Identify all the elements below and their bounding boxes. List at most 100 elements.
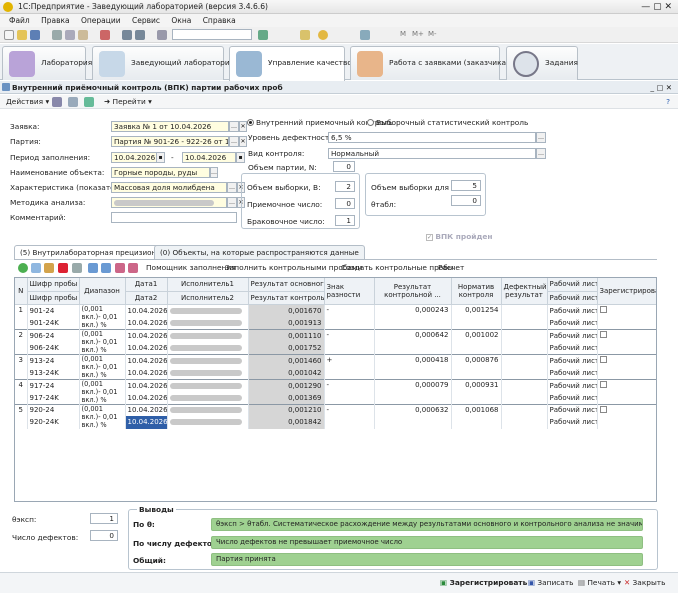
cell-cipher2[interactable]: 913-24K — [27, 366, 80, 379]
calculator-icon[interactable] — [300, 30, 310, 40]
registered-checkbox[interactable] — [599, 381, 607, 388]
cell-n[interactable]: 3 — [15, 353, 28, 379]
cell-cipher2[interactable]: 917-24K — [27, 391, 80, 404]
open-icon[interactable] — [17, 30, 27, 40]
cell-res-ctrl2[interactable]: 0,000243 — [374, 303, 452, 329]
section-tab-tasks[interactable]: Задания — [506, 46, 578, 80]
memory-m-minus[interactable]: M- — [428, 30, 437, 38]
calc-button[interactable]: Расчет — [438, 261, 464, 275]
undo-icon[interactable] — [122, 30, 132, 40]
cell-date2[interactable]: 10.04.2026 — [125, 416, 168, 429]
section-tab-quality[interactable]: Управление качеством — [229, 46, 357, 81]
cell-date2[interactable]: 10.04.2026 — [125, 391, 168, 404]
cell-sign[interactable]: - — [324, 378, 375, 404]
doc-window-controls[interactable]: _ ▢ ✕ — [650, 81, 672, 94]
zayavka-clear-button[interactable]: ✕ — [239, 121, 247, 132]
cell-defective[interactable] — [501, 403, 548, 429]
col-cipher1[interactable]: Шифр пробы 1 — [27, 278, 80, 292]
cell-worksheet2[interactable]: Рабочий лист ... — [547, 416, 598, 429]
theta-exp-field[interactable]: 1 — [90, 513, 118, 524]
zayavka-field[interactable]: Заявка № 1 от 10.04.2026 — [111, 121, 229, 132]
cell-res-ctrl[interactable]: 0,001913 — [248, 316, 325, 329]
partiya-select-button[interactable]: … — [229, 136, 239, 147]
col-worksheet2[interactable]: Рабочий лист — [547, 291, 598, 305]
date-to-calendar-icon[interactable]: ▪ — [236, 152, 245, 163]
sort-desc-icon[interactable] — [128, 263, 138, 273]
section-tab-requests[interactable]: Работа с заявками (заказчиками) — [350, 46, 519, 80]
add-row-icon[interactable] — [18, 263, 28, 273]
cell-cipher1[interactable]: 917-24 — [27, 378, 80, 392]
method-field[interactable] — [111, 197, 227, 208]
memory-m[interactable]: M — [400, 30, 406, 38]
cell-range[interactable]: (0,001 вкл.)- 0,01 вкл.) % — [79, 353, 126, 379]
move-up-icon[interactable] — [88, 263, 98, 273]
cell-n[interactable]: 1 — [15, 303, 28, 329]
cell-res-ctrl2[interactable]: 0,000418 — [374, 353, 452, 379]
info-icon[interactable] — [318, 30, 328, 40]
cell-worksheet1[interactable]: Рабочий лист ... — [547, 403, 598, 417]
date-to-field[interactable]: 10.04.2026 — [182, 152, 236, 163]
col-res-ctrl[interactable]: Результат контрольн... — [248, 291, 325, 305]
col-res-ctrl2[interactable]: Результат контрольной ... — [374, 278, 452, 305]
date-from-calendar-icon[interactable]: ▪ — [156, 152, 165, 163]
cell-res-ctrl[interactable]: 0,001369 — [248, 391, 325, 404]
cell-res-main[interactable]: 0,001110 — [248, 328, 325, 342]
defect-select-button[interactable]: … — [536, 132, 546, 143]
col-exec1[interactable]: Исполнитель1 — [167, 278, 249, 292]
cell-sign[interactable]: - — [324, 303, 375, 329]
cell-registered[interactable] — [597, 353, 656, 379]
cell-range[interactable]: (0,001 вкл.)- 0,01 вкл.) % — [79, 403, 126, 429]
cell-res-ctrl2[interactable]: 0,000632 — [374, 403, 452, 429]
table-row[interactable]: 2 906-24 (0,001 вкл.)- 0,01 вкл.) % 10.04.2… — [15, 328, 656, 354]
table-row[interactable]: 3 913-24 (0,001 вкл.)- 0,01 вкл.) % 10.04.2… — [15, 353, 656, 379]
cell-cipher1[interactable]: 920-24 — [27, 403, 80, 417]
table-row[interactable]: 4 917-24 (0,001 вкл.)- 0,01 вкл.) % 10.04.2… — [15, 378, 656, 404]
save-button[interactable]: ▣ Записать — [528, 578, 574, 587]
cell-sign[interactable]: - — [324, 328, 375, 354]
window-controls[interactable]: — ▢ ✕ — [641, 0, 672, 14]
cell-cipher1[interactable]: 906-24 — [27, 328, 80, 342]
cell-date1[interactable]: 10.04.2026 — [125, 328, 168, 342]
defect-level-field[interactable]: 6,5 % — [328, 132, 536, 143]
col-registered[interactable]: Зарегистрирован — [597, 278, 656, 305]
menu-operations[interactable]: Операции — [81, 14, 121, 27]
col-date1[interactable]: Дата1 — [125, 278, 168, 292]
cell-sign[interactable]: + — [324, 353, 375, 379]
col-res-main[interactable]: Результат основного ... — [248, 278, 325, 292]
kind-select-button[interactable]: … — [536, 148, 546, 159]
cell-worksheet1[interactable]: Рабочий лист ... — [547, 378, 598, 392]
table-row[interactable]: 5 920-24 (0,001 вкл.)- 0,01 вкл.) % 10.04.2… — [15, 403, 656, 429]
delete-icon[interactable] — [100, 30, 110, 40]
char-field[interactable]: Массовая доля молибдена — [111, 182, 227, 193]
cell-exec1[interactable] — [167, 378, 249, 392]
delete-row-icon[interactable] — [58, 263, 68, 273]
cell-range[interactable]: (0,001 вкл.)- 0,01 вкл.) % — [79, 328, 126, 354]
cell-exec1[interactable] — [167, 403, 249, 417]
cell-norm[interactable]: 0,001254 — [451, 303, 502, 329]
cell-date1[interactable]: 10.04.2026 — [125, 303, 168, 317]
cell-worksheet2[interactable]: Рабочий лист ... — [547, 391, 598, 404]
save-icon[interactable] — [30, 30, 40, 40]
cell-cipher1[interactable]: 913-24 — [27, 353, 80, 367]
cell-worksheet2[interactable]: Рабочий лист ... — [547, 341, 598, 354]
cell-date1[interactable]: 10.04.2026 — [125, 378, 168, 392]
redo-icon[interactable] — [135, 30, 145, 40]
char-select-button[interactable]: … — [227, 182, 237, 193]
cell-res-ctrl2[interactable]: 0,000642 — [374, 328, 452, 354]
cell-exec1[interactable] — [167, 353, 249, 367]
cell-worksheet1[interactable]: Рабочий лист ... — [547, 328, 598, 342]
cell-exec1[interactable] — [167, 303, 249, 317]
registered-checkbox[interactable] — [599, 306, 607, 313]
print-button[interactable]: ▤ Печать ▾ — [578, 578, 621, 587]
help-button[interactable]: ? — [666, 95, 670, 109]
cell-range[interactable]: (0,001 вкл.)- 0,01 вкл.) % — [79, 303, 126, 329]
cut-icon[interactable] — [52, 30, 62, 40]
partiya-field[interactable]: Партия № 901-26 - 922-26 от 11.0 — [111, 136, 229, 147]
menu-file[interactable]: Файл — [9, 14, 30, 27]
actions-menu[interactable]: Действия ▾ — [6, 95, 49, 109]
go-menu[interactable]: ➜ Перейти ▾ — [104, 95, 152, 109]
toolbar-search-input[interactable] — [172, 29, 252, 40]
cell-sign[interactable]: - — [324, 403, 375, 429]
cell-n[interactable]: 5 — [15, 403, 28, 429]
cell-res-main[interactable]: 0,001670 — [248, 303, 325, 317]
